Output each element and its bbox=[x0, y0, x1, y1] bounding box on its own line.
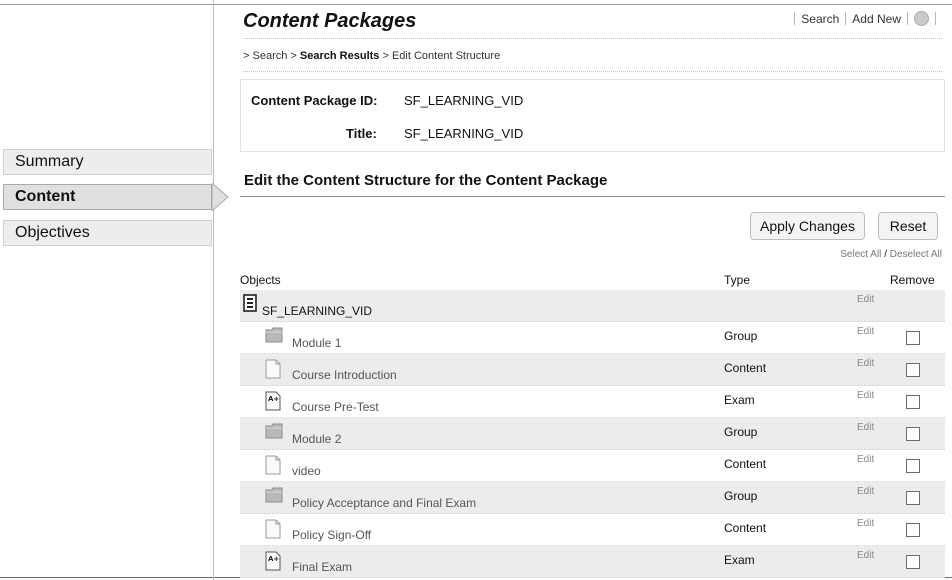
package-title-value: SF_LEARNING_VID bbox=[404, 126, 524, 141]
package-id-label: Content Package ID: bbox=[251, 93, 378, 108]
link-separator bbox=[935, 12, 936, 25]
header-divider bbox=[243, 38, 942, 39]
link-separator bbox=[907, 12, 908, 25]
edit-link[interactable]: Edit bbox=[857, 518, 874, 529]
remove-checkbox[interactable] bbox=[906, 395, 920, 409]
remove-checkbox[interactable] bbox=[906, 427, 920, 441]
object-name: video bbox=[292, 464, 321, 478]
object-name: Module 1 bbox=[292, 336, 342, 350]
document-icon bbox=[265, 359, 281, 379]
package-info-box: Content Package ID: SF_LEARNING_VID Titl… bbox=[240, 79, 945, 152]
top-links: Search Add New bbox=[788, 11, 942, 26]
object-name: Final Exam bbox=[292, 560, 353, 574]
object-type: Group bbox=[724, 425, 758, 439]
help-icon[interactable] bbox=[914, 11, 929, 26]
table-row[interactable]: A+ Course Pre-Test Exam Edit bbox=[240, 386, 945, 418]
object-name: Policy Acceptance and Final Exam bbox=[292, 496, 477, 510]
remove-checkbox[interactable] bbox=[906, 459, 920, 473]
package-title-label: Title: bbox=[346, 126, 377, 141]
object-type: Content bbox=[724, 457, 767, 471]
remove-checkbox[interactable] bbox=[906, 555, 920, 569]
breadcrumb-divider bbox=[243, 71, 942, 72]
reset-button[interactable]: Reset bbox=[878, 212, 938, 240]
nav-item-content[interactable]: Content bbox=[3, 184, 212, 210]
object-type: Exam bbox=[724, 553, 755, 567]
folder-icon bbox=[265, 487, 283, 503]
breadcrumb-sep: > bbox=[382, 50, 389, 62]
edit-link[interactable]: Edit bbox=[857, 326, 874, 337]
edit-link[interactable]: Edit bbox=[857, 486, 874, 497]
remove-checkbox[interactable] bbox=[906, 331, 920, 345]
breadcrumb: > Search > Search Results > Edit Content… bbox=[243, 50, 500, 62]
breadcrumb-prefix: > bbox=[243, 50, 250, 62]
apply-changes-button[interactable]: Apply Changes bbox=[750, 212, 865, 240]
remove-checkbox[interactable] bbox=[906, 523, 920, 537]
nav-divider bbox=[213, 0, 214, 580]
table-row[interactable]: Module 2 Group Edit bbox=[240, 418, 945, 450]
table-row[interactable]: A+ Final Exam Exam Edit bbox=[240, 546, 945, 578]
document-icon bbox=[265, 455, 281, 475]
edit-link[interactable]: Edit bbox=[857, 294, 874, 305]
table-header: Objects Type Remove bbox=[240, 270, 945, 290]
object-type: Exam bbox=[724, 393, 755, 407]
table-row[interactable]: Policy Sign-Off Content Edit bbox=[240, 514, 945, 546]
table-row-root[interactable]: SF_LEARNING_VID Edit bbox=[240, 290, 945, 322]
breadcrumb-search-results[interactable]: Search Results bbox=[300, 50, 379, 62]
object-type: Content bbox=[724, 361, 767, 375]
section-divider bbox=[240, 196, 945, 197]
breadcrumb-current: Edit Content Structure bbox=[391, 50, 501, 62]
exam-icon: A+ bbox=[265, 391, 281, 411]
object-type: Group bbox=[724, 489, 758, 503]
breadcrumb-sep: > bbox=[290, 50, 297, 62]
table-row[interactable]: video Content Edit bbox=[240, 450, 945, 482]
col-objects-header: Objects bbox=[240, 273, 281, 287]
folder-icon bbox=[265, 327, 283, 343]
edit-link[interactable]: Edit bbox=[857, 454, 874, 465]
object-name: SF_LEARNING_VID bbox=[262, 304, 373, 318]
folder-icon bbox=[265, 423, 283, 439]
page-title: Content Packages bbox=[243, 10, 417, 32]
remove-checkbox[interactable] bbox=[906, 491, 920, 505]
object-name: Module 2 bbox=[292, 432, 342, 446]
nav-selected-arrow-icon bbox=[212, 183, 229, 211]
edit-link[interactable]: Edit bbox=[857, 390, 874, 401]
search-link[interactable]: Search bbox=[801, 12, 839, 26]
remove-checkbox[interactable] bbox=[906, 363, 920, 377]
object-name: Policy Sign-Off bbox=[292, 528, 372, 542]
table-row[interactable]: Course Introduction Content Edit bbox=[240, 354, 945, 386]
edit-link[interactable]: Edit bbox=[857, 358, 874, 369]
top-border bbox=[0, 4, 952, 5]
object-type: Content bbox=[724, 521, 767, 535]
nav-item-summary[interactable]: Summary bbox=[3, 149, 212, 175]
breadcrumb-search[interactable]: Search bbox=[253, 50, 288, 62]
col-remove-header: Remove bbox=[890, 273, 935, 287]
package-icon bbox=[243, 294, 257, 312]
svg-text:A+: A+ bbox=[268, 555, 279, 563]
table-row[interactable]: Module 1 Group Edit bbox=[240, 322, 945, 354]
select-links: Select All / Deselect All bbox=[840, 249, 942, 260]
table-row[interactable]: Policy Acceptance and Final Exam Group E… bbox=[240, 482, 945, 514]
select-all-link[interactable]: Select All bbox=[840, 249, 881, 260]
package-id-value: SF_LEARNING_VID bbox=[404, 93, 524, 108]
col-type-header: Type bbox=[724, 273, 751, 287]
edit-link[interactable]: Edit bbox=[857, 550, 874, 561]
object-type: Group bbox=[724, 329, 758, 343]
link-separator bbox=[794, 12, 796, 25]
deselect-all-link[interactable]: Deselect All bbox=[890, 249, 942, 260]
section-title: Edit the Content Structure for the Conte… bbox=[244, 172, 608, 189]
select-slash: / bbox=[884, 249, 887, 260]
object-name: Course Introduction bbox=[292, 368, 397, 382]
object-name: Course Pre-Test bbox=[292, 400, 379, 414]
add-new-link[interactable]: Add New bbox=[852, 12, 901, 26]
link-separator bbox=[845, 12, 847, 25]
nav-item-objectives[interactable]: Objectives bbox=[3, 220, 212, 246]
document-icon bbox=[265, 519, 281, 539]
exam-icon: A+ bbox=[265, 551, 281, 571]
edit-link[interactable]: Edit bbox=[857, 422, 874, 433]
svg-text:A+: A+ bbox=[268, 395, 279, 403]
